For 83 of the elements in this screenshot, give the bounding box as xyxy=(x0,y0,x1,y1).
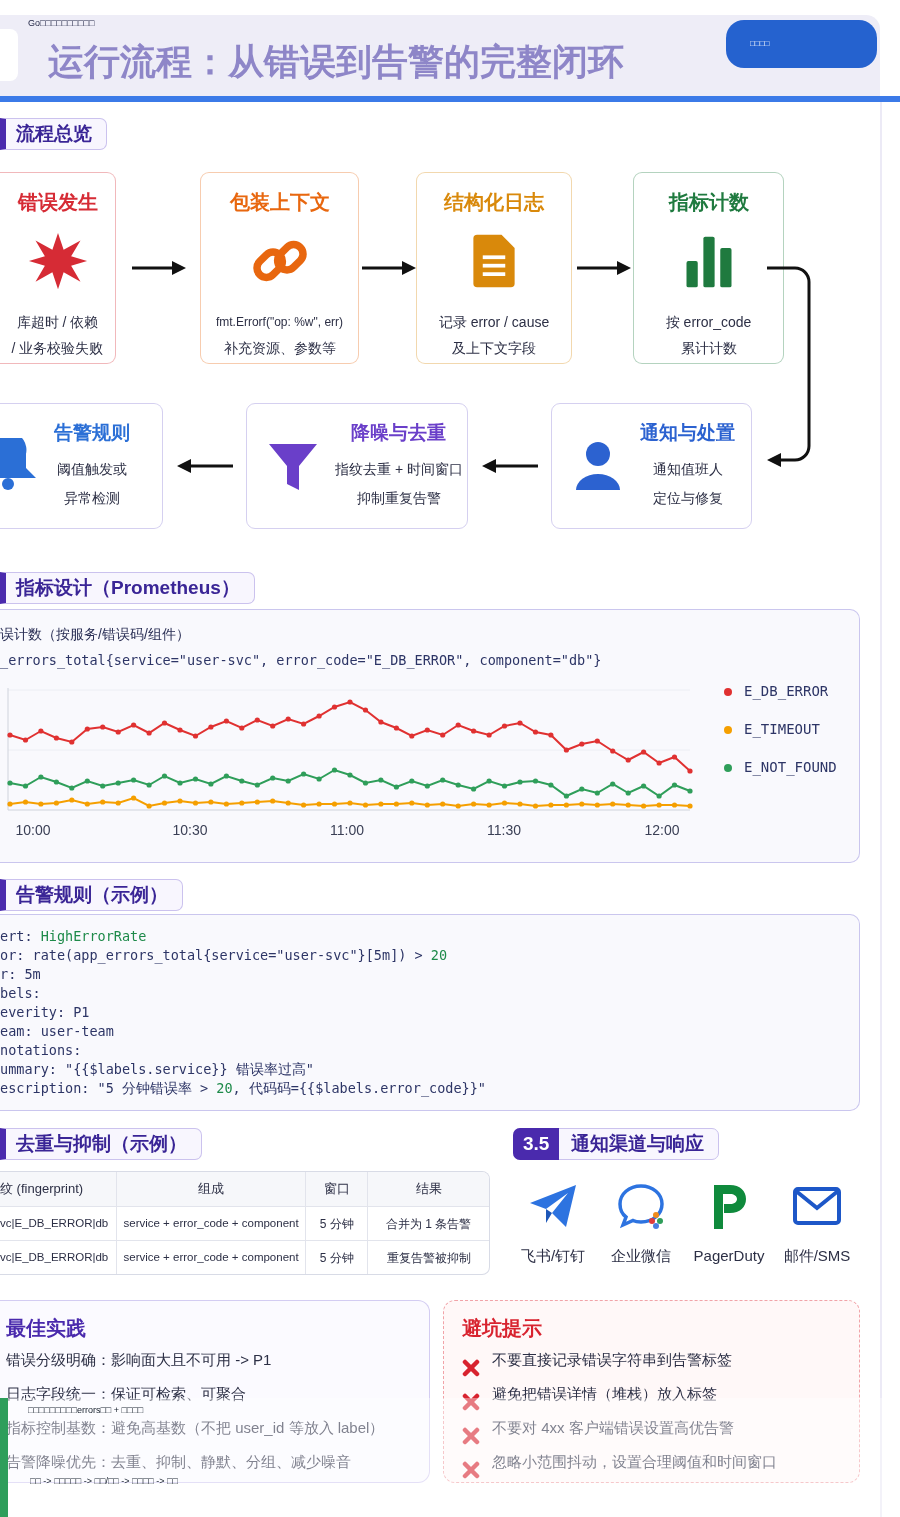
list-item: 日志字段统一：保证可检索、可聚合 xyxy=(6,1385,246,1403)
step-title: 降噪与去重 xyxy=(351,420,447,445)
cross-icon xyxy=(462,1393,480,1411)
step-text: 指纹去重 + 时间窗口 xyxy=(335,460,463,480)
section-heading: 去重与抑制（示例） xyxy=(0,1128,202,1160)
section-heading: 告警规则（示例） xyxy=(0,879,183,911)
step-title: 错误发生 xyxy=(17,190,98,215)
step-text: 累计计数 xyxy=(680,339,737,358)
step-title: 通知与处置 xyxy=(640,420,735,445)
code-line: ert: HighErrorRate xyxy=(0,927,148,946)
column-header: 窗口 xyxy=(305,1172,368,1206)
column-header: 纹 (fingerprint) xyxy=(0,1180,85,1199)
step-text: 按 error_code xyxy=(665,313,752,332)
overlay-text: □□□□□□□□□errors□□ + □□□□ xyxy=(28,1404,144,1416)
step-text: 阈值触发或 xyxy=(57,460,127,480)
step-text: 通知值班人 xyxy=(652,460,723,480)
page-title: 运行流程：从错误到告警的完整闭环 xyxy=(48,40,624,84)
cross-icon xyxy=(462,1359,480,1377)
axis-tick-label: 11:30 xyxy=(487,822,521,839)
header-caption: Go□□□□□□□□□□ xyxy=(28,17,95,30)
table-cell-text: vc|E_DB_ERROR|db xyxy=(0,1249,110,1265)
arrow-icon xyxy=(130,259,186,277)
list-item: 不要直接记录错误字符串到告警标签 xyxy=(492,1351,732,1369)
chart-caption: 误计数（按服务/错误码/组件） xyxy=(0,625,191,644)
axis-tick-label: 10:30 xyxy=(172,822,208,839)
arrow-icon xyxy=(359,259,416,277)
table-cell: 5 分钟 xyxy=(305,1207,368,1240)
chat-bubble-icon xyxy=(616,1181,666,1231)
column-header: 组成 xyxy=(115,1172,306,1206)
list-item: 避免把错误详情（堆栈）放入标签 xyxy=(492,1385,717,1403)
cross-icon xyxy=(462,1461,480,1479)
table-cell: 合并为 1 条告警 xyxy=(367,1207,489,1240)
step-title: 包装上下文 xyxy=(229,190,330,215)
code-line: everity: P1 xyxy=(0,1003,91,1022)
step-text: 库超时 / 依赖 xyxy=(16,313,99,332)
step-text: 及上下文字段 xyxy=(452,339,536,358)
code-line: r: 5m xyxy=(0,965,42,984)
step-text: 记录 error / cause xyxy=(438,313,550,332)
section-heading: 流程总览 xyxy=(0,118,107,150)
code-line: notations: xyxy=(0,1041,83,1060)
legend-label: E_TIMEOUT xyxy=(744,720,820,740)
card-title: 最佳实践 xyxy=(6,1316,87,1341)
code-line: ummary: "{{$labels.service}} 错误率过高" xyxy=(0,1060,315,1079)
axis-tick-label: 10:00 xyxy=(15,822,51,839)
card-title: 避坑提示 xyxy=(462,1316,543,1341)
table-cell-text: vc|E_DB_ERROR|db xyxy=(0,1215,110,1231)
code-line: or: rate(app_errors_total{service="user-svc"}[5m]) > 20 xyxy=(0,946,449,965)
column-header: 结果 xyxy=(367,1172,489,1206)
code-line: bels: xyxy=(0,984,42,1003)
channel-label: 飞书/钉钉 xyxy=(520,1246,586,1266)
table-cell: 重复告警被抑制 xyxy=(367,1241,489,1274)
channel-label: 企业微信 xyxy=(611,1246,671,1266)
step-text: 定位与修复 xyxy=(652,489,723,509)
section-number: 3.5 xyxy=(513,1128,560,1160)
step-text: / 业务校验失败 xyxy=(11,339,104,358)
code-line: escription: "5 分钟错误率 > 20, 代码码={{$labels.error_code}}" xyxy=(0,1079,487,1098)
list-item: 不要对 4xx 客户端错误设置高优告警 xyxy=(492,1419,734,1437)
step-title: 结构化日志 xyxy=(444,190,544,215)
section-heading: 通知渠道与响应 xyxy=(571,1131,705,1156)
channel-label: PagerDuty xyxy=(693,1246,765,1266)
list-item: 忽略小范围抖动，设置合理阈值和时间窗口 xyxy=(492,1453,777,1471)
step-title: 指标计数 xyxy=(668,190,749,215)
step-text: 异常检测 xyxy=(64,489,120,509)
channel-label: 邮件/SMS xyxy=(783,1246,851,1266)
code-line: eam: user-team xyxy=(0,1022,115,1041)
arrow-icon xyxy=(574,259,631,277)
header-button[interactable]: □□□□ xyxy=(726,20,877,68)
cross-icon xyxy=(462,1427,480,1445)
axis-tick-label: 12:00 xyxy=(644,822,680,839)
legend-label: E_DB_ERROR xyxy=(744,682,829,702)
list-item: 错误分级明确：影响面大且不可用 -> P1 xyxy=(6,1351,272,1369)
table-cell: service + error_code + component xyxy=(115,1207,306,1240)
section-heading: 指标设计（Prometheus） xyxy=(0,572,255,604)
axis-tick-label: 11:00 xyxy=(330,822,364,839)
step-text: fmt.Errorf("op: %w", err) xyxy=(215,314,344,331)
table-cell: service + error_code + component xyxy=(115,1241,306,1274)
table-cell: 5 分钟 xyxy=(305,1241,368,1274)
legend-label: E_NOT_FOUND xyxy=(744,758,837,778)
step-text: 抑制重复告警 xyxy=(357,489,441,509)
step-text: 补充资源、参数等 xyxy=(223,339,336,358)
query-code: _errors_total{service="user-svc", error_code="E_DB_ERROR", component="db"} xyxy=(0,651,603,671)
step-title: 告警规则 xyxy=(54,420,130,445)
overlay-text: □□ -> □□□□□ -> □□/□□ -> □□□□ -> □□ xyxy=(30,1475,178,1487)
